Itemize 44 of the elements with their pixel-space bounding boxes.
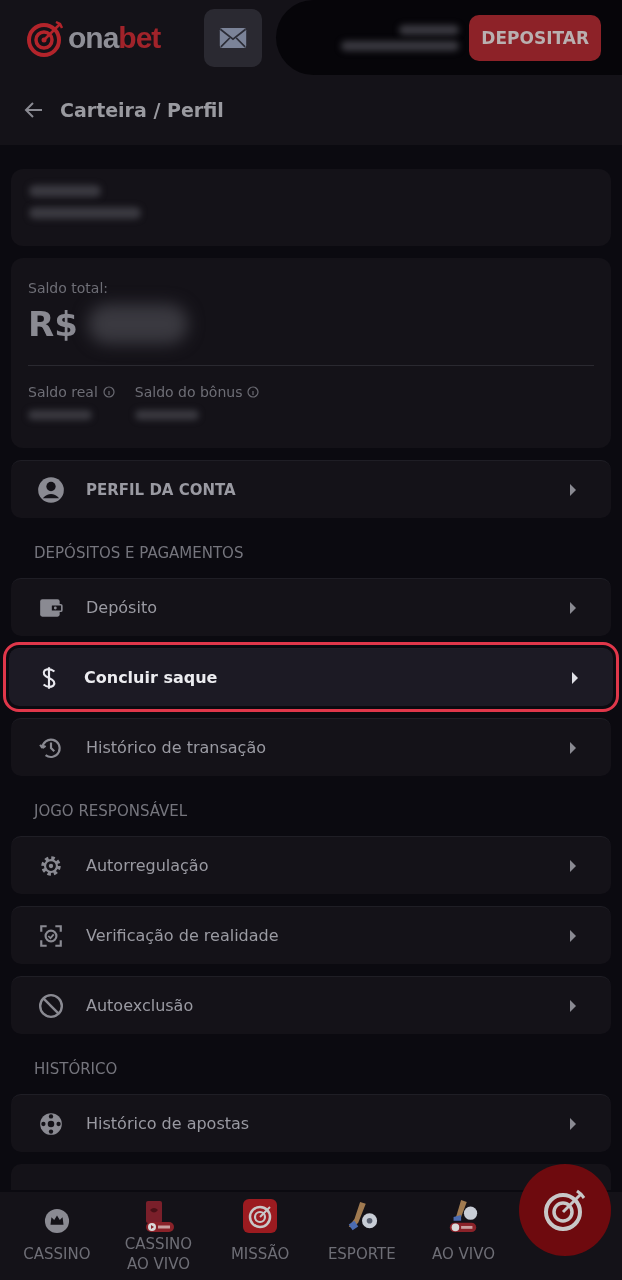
deposit-button[interactable]: DEPOSITAR — [469, 14, 601, 61]
chevron-icon — [569, 859, 577, 872]
chevron-icon — [569, 999, 577, 1012]
nav-item[interactable]: MISSÃO — [210, 1194, 311, 1274]
nav-item[interactable]: CASSINO — [6, 1194, 107, 1274]
ball-icon — [38, 1110, 64, 1137]
settings-row[interactable]: Verificação de realidade — [11, 906, 611, 964]
settings-row[interactable]: PERFIL DA CONTA — [11, 460, 611, 518]
section-heading: JOGO RESPONSÁVEL — [32, 800, 189, 822]
nav-item[interactable]: CASSINO AO VIVO — [108, 1194, 209, 1274]
user-icon — [37, 475, 65, 504]
chevron-icon — [569, 601, 577, 614]
settings-row[interactable]: Autoexclusão — [11, 976, 611, 1034]
settings-row[interactable]: Autorregulação — [11, 836, 611, 894]
balance-label: Saldo total: — [28, 280, 109, 296]
info-icon[interactable] — [102, 386, 115, 398]
crown-icon — [43, 1208, 70, 1234]
nav-item[interactable]: AO VIVO — [413, 1194, 514, 1274]
blurred-text — [28, 410, 92, 420]
blurred-text — [29, 185, 101, 197]
chevron-icon — [569, 929, 577, 942]
nav-item[interactable]: ESPORTE — [311, 1194, 412, 1274]
chevron-icon — [569, 483, 577, 496]
section-heading: HISTÓRICO — [33, 1058, 119, 1080]
blurred-text — [399, 24, 460, 35]
settings-row[interactable]: Histórico de apostas — [11, 1094, 611, 1152]
settings-row[interactable]: Histórico de transação — [11, 718, 611, 776]
focus-check-icon — [38, 922, 64, 949]
envelope-icon — [218, 26, 249, 49]
chevron-icon — [569, 1117, 577, 1130]
currency-symbol: R$ — [28, 304, 78, 345]
mail-button[interactable] — [204, 8, 263, 67]
balance-label: Saldo real — [28, 384, 98, 400]
logo[interactable]: onabet — [26, 17, 161, 58]
page-title: Carteira / Perfil — [60, 99, 224, 121]
chevron-icon — [571, 671, 579, 684]
ban-icon — [38, 992, 64, 1019]
info-icon[interactable] — [247, 386, 260, 398]
section-heading: DEPÓSITOS E PAGAMENTOS — [33, 542, 245, 564]
target-icon — [242, 1198, 279, 1234]
balance-label: Saldo do bônus — [134, 384, 243, 400]
chevron-icon — [569, 741, 577, 754]
blurred-text — [134, 410, 199, 420]
settings-row[interactable]: Depósito — [11, 578, 611, 636]
